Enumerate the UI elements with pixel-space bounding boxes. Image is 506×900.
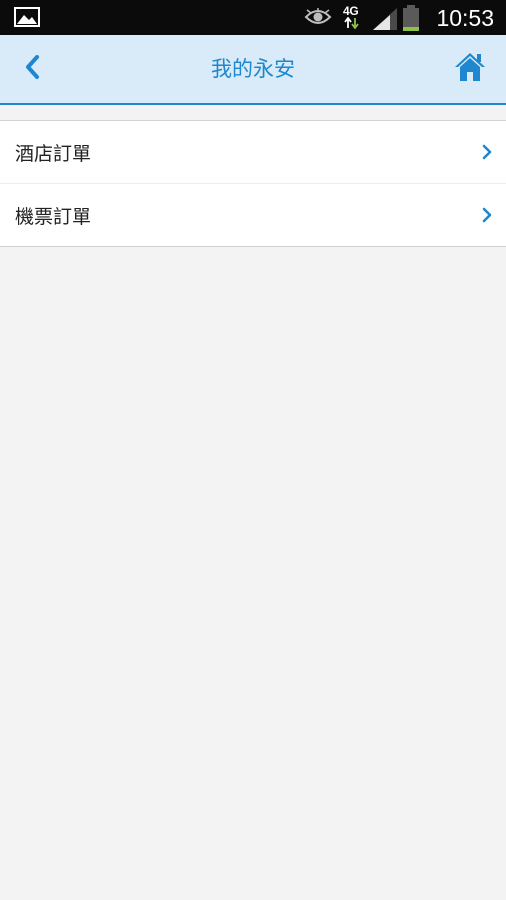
app-header: 我的永安	[0, 35, 506, 105]
chevron-right-icon	[482, 207, 492, 227]
home-icon	[454, 52, 486, 86]
status-time: 10:53	[436, 5, 494, 31]
status-bar: 4G 10:53	[0, 0, 506, 35]
signal-icon	[373, 8, 397, 34]
list-item-label: 機票訂單	[15, 205, 92, 228]
list-item-flight-orders[interactable]: 機票訂單	[0, 183, 506, 246]
chevron-left-icon	[24, 54, 40, 84]
list-item-hotel-orders[interactable]: 酒店訂單	[0, 121, 506, 183]
network-4g-icon: 4G	[340, 4, 364, 30]
network-type-label: 4G	[343, 4, 359, 18]
eye-icon	[304, 8, 332, 30]
back-button[interactable]	[14, 51, 50, 87]
home-button[interactable]	[450, 51, 490, 87]
chevron-right-icon	[482, 144, 492, 164]
battery-icon	[402, 5, 420, 35]
menu-list: 酒店訂單 機票訂單	[0, 120, 506, 247]
list-item-label: 酒店訂單	[15, 142, 92, 165]
gallery-icon	[14, 7, 40, 31]
page-title: 我的永安	[211, 57, 295, 81]
